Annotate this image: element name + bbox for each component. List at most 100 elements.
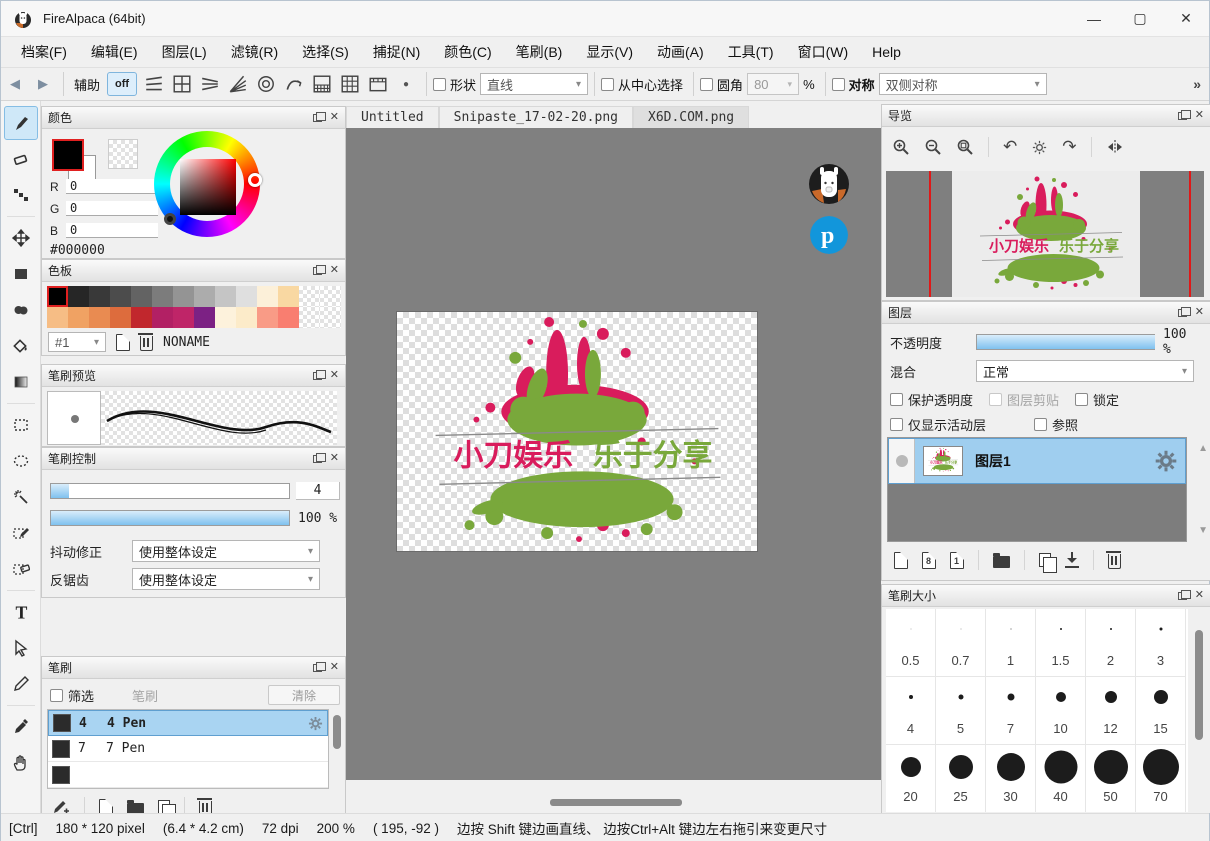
float-panel-icon[interactable] [313, 372, 322, 380]
select-eraser-tool[interactable] [4, 552, 38, 586]
palette-swatch[interactable] [89, 286, 110, 307]
symmetry-select[interactable]: 双侧对称 ▾ [879, 73, 1047, 95]
zoom-reset-icon[interactable] [956, 138, 974, 156]
palette-swatch[interactable] [89, 307, 110, 328]
palette-swatch[interactable] [152, 286, 173, 307]
menu-help[interactable]: Help [860, 40, 913, 64]
palette-swatch[interactable] [173, 307, 194, 328]
dot-tool[interactable] [4, 178, 38, 212]
assist-grid-icon[interactable] [336, 71, 364, 97]
brush-size-cell[interactable]: 2 [1086, 609, 1136, 677]
reference-checkbox[interactable] [1034, 418, 1047, 431]
document-canvas[interactable] [396, 311, 758, 552]
new-layer-folder-icon[interactable] [993, 556, 1010, 568]
g-field[interactable]: 0 [66, 201, 158, 216]
brush-tool[interactable] [4, 106, 38, 140]
assist-vanish-icon[interactable] [196, 71, 224, 97]
merge-layer-icon[interactable] [1065, 552, 1079, 568]
brush-row-partial[interactable] [48, 762, 328, 788]
layer-row-selected[interactable]: 图层1 [888, 438, 1186, 484]
palette-swatch[interactable] [110, 307, 131, 328]
palette-swatch[interactable] [68, 307, 89, 328]
flip-horizontal-icon[interactable] [1106, 138, 1124, 156]
delete-palette-icon[interactable] [140, 336, 153, 351]
brush-clear-button[interactable]: 清除 [268, 685, 340, 705]
b-field[interactable]: 0 [66, 223, 158, 238]
palette-swatch-empty[interactable] [299, 307, 320, 328]
reset-rotation-icon[interactable] [1031, 139, 1048, 156]
palette-swatch[interactable] [236, 307, 257, 328]
brush-size-cell[interactable]: 4 [886, 677, 936, 745]
move-tool[interactable] [4, 221, 38, 255]
shape-select[interactable]: 直线 ▾ [480, 73, 588, 95]
brush-size-cell[interactable]: 10 [1036, 677, 1086, 745]
brush-size-cell[interactable]: 25 [936, 745, 986, 812]
float-panel-icon[interactable] [313, 664, 322, 672]
palette-swatch[interactable] [194, 307, 215, 328]
close-icon[interactable]: ✕ [1195, 590, 1204, 601]
layer-up-icon[interactable]: ▲ [1198, 443, 1208, 454]
close-icon[interactable]: ✕ [330, 662, 339, 673]
layer-down-icon[interactable]: ▼ [1198, 525, 1208, 536]
menu-color[interactable]: 颜色(C) [432, 38, 503, 66]
bucket-tool[interactable] [4, 329, 38, 363]
brush-size-value[interactable]: 4 [296, 482, 340, 500]
zoom-out-icon[interactable] [924, 138, 942, 156]
foreground-color-swatch[interactable] [52, 139, 84, 171]
menu-filter[interactable]: 滤镜(R) [219, 38, 290, 66]
layer-opacity-slider[interactable] [976, 334, 1155, 350]
close-icon[interactable]: ✕ [330, 112, 339, 123]
menu-select[interactable]: 选择(S) [290, 38, 361, 66]
brush-size-cell[interactable]: 70 [1136, 745, 1186, 812]
center-select-checkbox[interactable] [601, 78, 614, 91]
delete-layer-icon[interactable] [1108, 554, 1121, 569]
menu-edit[interactable]: 编辑(E) [79, 38, 150, 66]
magic-wand-tool[interactable] [4, 480, 38, 514]
blend-tool[interactable] [4, 293, 38, 327]
minimize-button[interactable]: — [1071, 1, 1117, 36]
close-icon[interactable]: ✕ [330, 265, 339, 276]
menu-brush[interactable]: 笔刷(B) [504, 38, 575, 66]
assist-radial-icon[interactable] [224, 71, 252, 97]
close-button[interactable]: ✕ [1163, 1, 1209, 36]
dock-h-scroll-thumb[interactable] [550, 799, 682, 806]
brush-size-cell[interactable]: 50 [1086, 745, 1136, 812]
antialias-select[interactable]: 使用整体设定 ▾ [132, 568, 320, 590]
text-tool[interactable]: T [4, 595, 38, 629]
brush-size-cell[interactable]: 0.5 [886, 609, 936, 677]
brush-size-cell[interactable]: 15 [1136, 677, 1186, 745]
palette-swatch[interactable] [278, 307, 299, 328]
protect-alpha-checkbox[interactable] [890, 393, 903, 406]
menu-view[interactable]: 显示(V) [574, 38, 645, 66]
palette-swatch-empty[interactable] [320, 307, 341, 328]
close-icon[interactable]: ✕ [1195, 307, 1204, 318]
palette-swatch[interactable] [173, 286, 194, 307]
toolbar-overflow-button[interactable]: » [1193, 76, 1201, 92]
brush-size-cell[interactable]: 20 [886, 745, 936, 812]
assist-concentric-icon[interactable] [252, 71, 280, 97]
blend-mode-select[interactable]: 正常 ▾ [976, 360, 1194, 382]
palette-swatch[interactable] [257, 286, 278, 307]
prev-frame-button[interactable]: ◀ [1, 71, 29, 97]
palette-swatch[interactable] [68, 286, 89, 307]
round-corner-checkbox[interactable] [700, 78, 713, 91]
firealpaca-mascot-button[interactable] [808, 163, 850, 205]
lasso-tool[interactable] [4, 444, 38, 478]
lock-checkbox[interactable] [1075, 393, 1088, 406]
round-corner-value[interactable]: 80 ▾ [747, 73, 799, 95]
brush-size-cell[interactable]: 5 [936, 677, 986, 745]
r-field[interactable]: 0 [66, 179, 158, 194]
fill-rect-tool[interactable] [4, 257, 38, 291]
palette-swatch[interactable] [215, 286, 236, 307]
assist-off-button[interactable]: off [107, 72, 137, 96]
duplicate-layer-icon[interactable] [1039, 553, 1051, 567]
eraser-tool[interactable] [4, 142, 38, 176]
dock-h-scrollbar[interactable] [346, 792, 881, 813]
brush-filter-checkbox[interactable] [50, 689, 63, 702]
tab-x6d-active[interactable]: X6D.COM.png [633, 106, 749, 128]
palette-set-select[interactable]: #1 ▾ [48, 332, 106, 352]
rotate-ccw-icon[interactable]: ↶ [1003, 137, 1017, 157]
transparent-color-swatch[interactable] [108, 139, 138, 169]
close-icon[interactable]: ✕ [330, 370, 339, 381]
eyedropper-tool[interactable] [4, 710, 38, 744]
